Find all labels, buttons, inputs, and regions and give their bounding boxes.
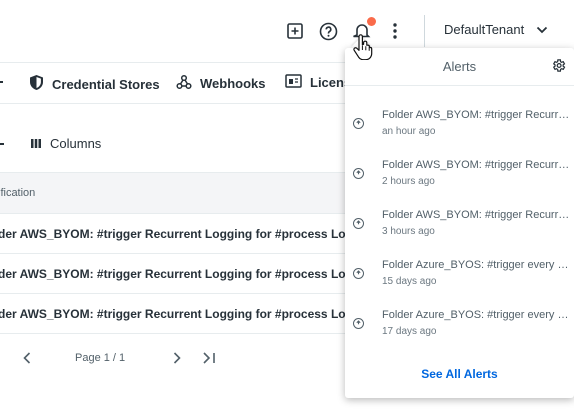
alert-item[interactable]: Folder Azure_BYOS: #trigger every minute…: [345, 248, 574, 298]
tenant-selector[interactable]: DefaultTenant: [444, 22, 548, 37]
tenant-name: DefaultTenant: [444, 22, 525, 37]
info-circle-icon: [353, 268, 364, 279]
more-vertical-icon[interactable]: [384, 20, 406, 42]
alert-item[interactable]: Folder Azure_BYOS: #trigger every minute…: [345, 298, 574, 348]
tab-label: Credential Stores: [52, 76, 160, 92]
alert-time: 17 days ago: [382, 326, 437, 337]
alert-item[interactable]: Folder AWS_BYOM: #trigger Recurrent Logg…: [345, 148, 574, 198]
previous-page-icon[interactable]: [20, 350, 34, 366]
info-circle-icon: [353, 218, 364, 229]
license-icon: [285, 74, 302, 91]
tab-label: Webhooks: [200, 76, 266, 91]
gear-icon[interactable]: [551, 58, 566, 78]
tab-webhooks[interactable]: Webhooks: [176, 74, 266, 93]
tab-credential-stores[interactable]: Credential Stores: [29, 74, 160, 94]
table-cell: der AWS_BYOM: #trigger Recurrent Logging…: [0, 226, 361, 241]
table-cell: der AWS_BYOM: #trigger Recurrent Logging…: [0, 266, 361, 281]
toolbar-fragment: [0, 143, 4, 145]
alert-time: 2 hours ago: [382, 176, 435, 187]
pagination: Page 1 / 1: [0, 346, 340, 370]
alert-message: Folder AWS_BYOM: #trigger Recurrent Logg…: [382, 109, 574, 121]
columns-label: Columns: [50, 136, 102, 151]
info-circle-icon: [353, 318, 364, 329]
alerts-header: Alerts: [345, 48, 574, 86]
column-header-notification[interactable]: ification: [0, 187, 35, 199]
notification-dot: [367, 17, 376, 26]
shield-icon: [29, 74, 44, 94]
table-cell: der AWS_BYOM: #trigger Recurrent Logging…: [0, 306, 361, 321]
alert-item[interactable]: Folder AWS_BYOM: #trigger Recurrent Logg…: [345, 198, 574, 248]
chevron-down-icon: [536, 22, 548, 37]
last-page-icon[interactable]: [202, 350, 216, 366]
alert-time: an hour ago: [382, 126, 436, 137]
help-icon[interactable]: [317, 20, 339, 42]
alert-item[interactable]: Folder AWS_BYOM: #trigger Recurrent Logg…: [345, 98, 574, 148]
page-indicator: Page 1 / 1: [75, 352, 126, 364]
tab-fragment: [0, 81, 3, 89]
alerts-title: Alerts: [442, 59, 477, 74]
add-box-icon[interactable]: [284, 20, 306, 42]
columns-button[interactable]: Columns: [31, 136, 101, 151]
alert-time: 3 hours ago: [382, 226, 435, 237]
alert-message: Folder Azure_BYOS: #trigger every minute: [382, 309, 574, 321]
next-page-icon[interactable]: [170, 350, 184, 366]
alert-message: Folder Azure_BYOS: #trigger every minute: [382, 259, 574, 271]
alert-time: 15 days ago: [382, 276, 437, 287]
info-circle-icon: [353, 118, 364, 129]
webhook-icon: [176, 74, 192, 93]
divider: [424, 15, 425, 47]
info-circle-icon: [353, 168, 364, 179]
alerts-panel: Alerts Folder AWS_BYOM: #trigger Recurre…: [345, 48, 574, 398]
columns-icon: [31, 136, 41, 151]
tab-licenses[interactable]: Licens: [285, 74, 351, 91]
hand-cursor-icon: [352, 34, 374, 65]
see-all-alerts-link[interactable]: See All Alerts: [345, 367, 574, 381]
alert-message: Folder AWS_BYOM: #trigger Recurrent Logg…: [382, 159, 574, 171]
alert-message: Folder AWS_BYOM: #trigger Recurrent Logg…: [382, 209, 574, 221]
